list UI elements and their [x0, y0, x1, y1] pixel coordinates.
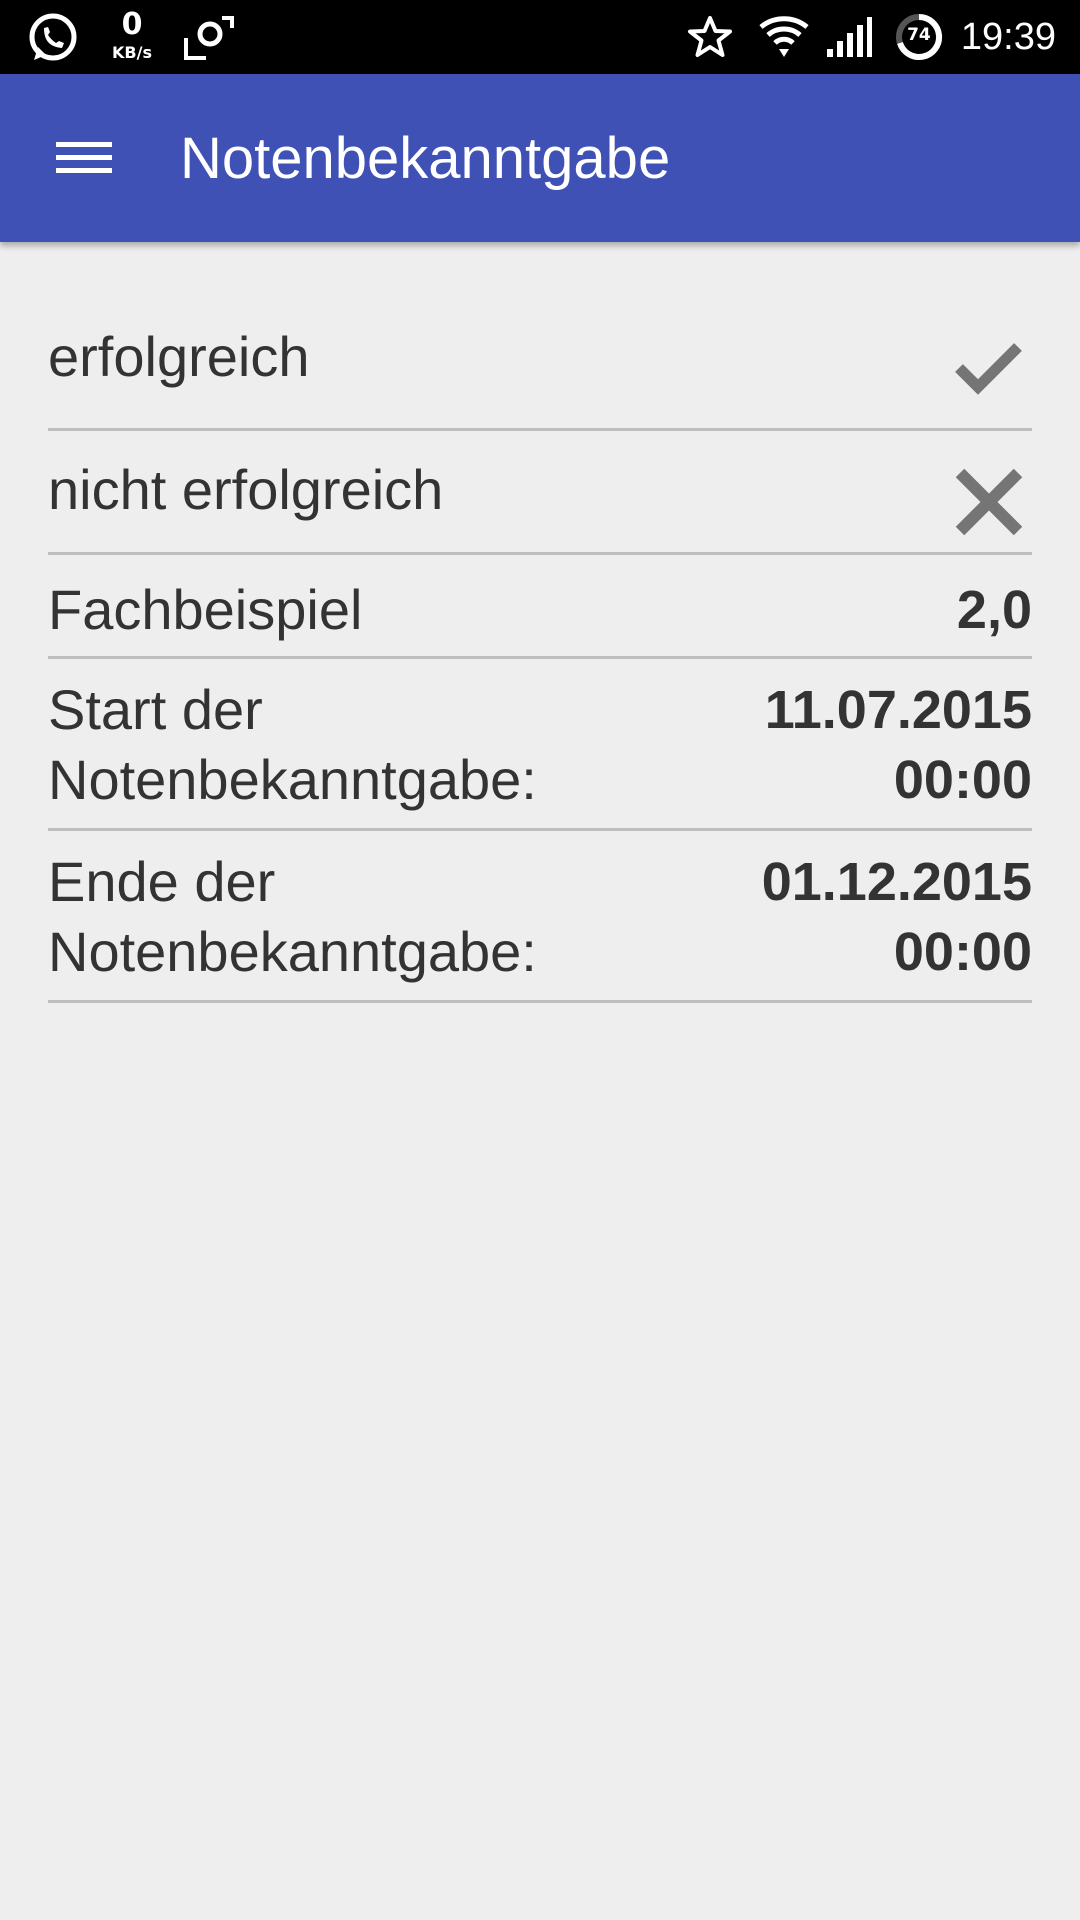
label-line: Notenbekanntgabe:: [48, 920, 537, 983]
end-date: 01.12.2015: [761, 852, 1032, 912]
app-bar: Notenbekanntgabe: [0, 74, 1080, 242]
list-item-successful: erfolgreich: [48, 242, 1032, 431]
screen-rotate-icon: [182, 14, 234, 62]
list-item-subject: Fachbeispiel 2,0: [48, 555, 1032, 659]
hamburger-menu-icon[interactable]: [40, 118, 126, 198]
list-item-label: Start der Notenbekanntgabe:: [48, 675, 537, 815]
list-item-label: erfolgreich: [48, 325, 310, 388]
status-bar: 0 KB/s 74 19:39: [0, 0, 1080, 74]
start-time: 00:00: [893, 750, 1032, 810]
data-speed-value: 0: [121, 7, 143, 42]
label-line: Notenbekanntgabe:: [48, 748, 537, 811]
status-bar-left: 0 KB/s: [26, 7, 234, 66]
page-title: Notenbekanntgabe: [180, 126, 671, 191]
start-date: 11.07.2015: [764, 680, 1032, 740]
battery-level: 74: [907, 25, 931, 45]
checkmark-icon: [954, 340, 1024, 400]
battery-icon: 74: [895, 13, 943, 61]
list-item-label: Ende der Notenbekanntgabe:: [48, 847, 537, 987]
end-time: 00:00: [893, 922, 1032, 982]
list-item-end-date: Ende der Notenbekanntgabe: 01.12.2015 00…: [48, 831, 1032, 1003]
list-item-not-successful: nicht erfolgreich: [48, 431, 1032, 555]
signal-icon: [825, 15, 873, 59]
label-line: Ende der: [48, 850, 276, 913]
close-icon: [954, 467, 1024, 541]
label-line: Start der: [48, 678, 263, 741]
list-item-label: Fachbeispiel: [48, 578, 363, 641]
list-item-label: nicht erfolgreich: [48, 458, 444, 521]
clock: 19:39: [960, 15, 1056, 58]
whatsapp-icon: [26, 11, 80, 65]
star-icon: [687, 15, 733, 59]
data-speed-indicator: 0 KB/s: [102, 7, 162, 66]
wifi-icon: [759, 15, 809, 59]
start-datetime: 11.07.2015 00:00: [765, 675, 1032, 815]
end-datetime: 01.12.2015 00:00: [762, 847, 1032, 987]
grade-value: 2,0: [956, 580, 1032, 640]
grade-info-list: erfolgreich nicht erfolgreich Fachbeispi…: [48, 242, 1032, 1003]
list-item-start-date: Start der Notenbekanntgabe: 11.07.2015 0…: [48, 659, 1032, 831]
status-bar-right: 74 19:39: [687, 0, 1056, 74]
data-speed-unit: KB/s: [112, 43, 152, 62]
